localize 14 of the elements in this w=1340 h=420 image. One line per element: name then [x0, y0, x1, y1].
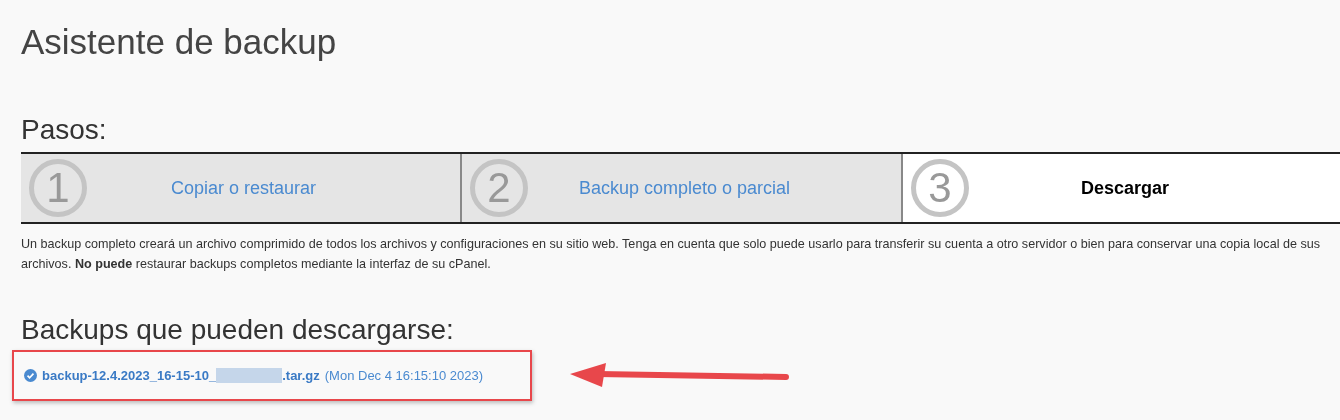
- wizard-step[interactable]: 2 Backup completo o parcial: [462, 154, 903, 222]
- step-number: 1: [29, 159, 87, 217]
- wizard-step[interactable]: 3 Descargar: [903, 154, 1340, 222]
- backup-file-link[interactable]: backup-12.4.2023_16-15-10_ .tar.gz: [42, 368, 320, 383]
- step-number: 2: [470, 159, 528, 217]
- step-number: 3: [911, 159, 969, 217]
- page-title: Asistente de backup: [21, 21, 337, 63]
- section-heading: Backups que pueden descargarse:: [21, 314, 454, 346]
- backup-date: (Mon Dec 4 16:15:10 2023): [324, 368, 484, 383]
- check-circle-icon: [24, 369, 37, 382]
- redaction-bar: [216, 368, 283, 383]
- description-text: Un backup completo creará un archivo comprimido de todos los archivos y configuraciones en su sitio web. Tenga en cuenta que solo puede usarlo para transferir su cuenta a otro servidor o bien para conservar una copia local de sus archivos. No puede restaurar backups completos mediante la interfaz de su cPanel.: [21, 236, 1322, 273]
- wizard-step[interactable]: 1 Copiar o restaurar: [21, 154, 462, 222]
- section-heading: Pasos:: [21, 114, 107, 146]
